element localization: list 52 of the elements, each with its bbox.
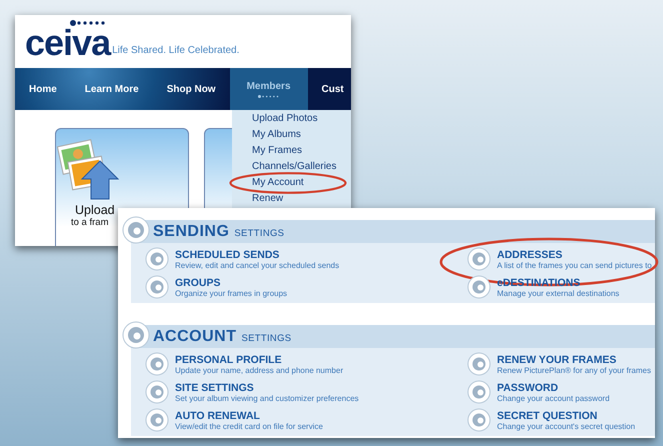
settings-description: Change your account's secret question bbox=[497, 422, 636, 430]
round-icon bbox=[145, 352, 169, 376]
round-icon bbox=[145, 380, 169, 404]
settings-description: Renew PicturePlan® for any of your frames bbox=[497, 366, 651, 374]
nav-item[interactable]: Cust bbox=[308, 68, 351, 110]
nav-item[interactable]: Members bbox=[230, 68, 308, 110]
round-icon bbox=[145, 408, 169, 432]
round-icon bbox=[122, 321, 150, 349]
settings-link[interactable]: RENEW YOUR FRAMES bbox=[497, 354, 651, 366]
settings-link[interactable]: PASSWORD bbox=[497, 382, 610, 394]
round-icon bbox=[467, 408, 491, 432]
settings-link[interactable]: SECRET QUESTION bbox=[497, 410, 636, 422]
round-icon bbox=[145, 275, 169, 299]
menu-item[interactable]: Channels/Galleries bbox=[252, 159, 351, 175]
settings-description: Update your name, address and phone number bbox=[175, 366, 344, 374]
nav-item[interactable]: Learn More bbox=[70, 68, 153, 110]
menu-item[interactable]: My Albums bbox=[252, 127, 351, 143]
menu-item[interactable]: My Account bbox=[252, 175, 351, 191]
settings-link[interactable]: GROUPS bbox=[175, 276, 288, 288]
settings-link[interactable]: ADDRESSES bbox=[497, 248, 652, 260]
round-icon bbox=[122, 216, 150, 244]
dots-icon bbox=[258, 94, 280, 98]
section-subtitle: SETTINGS bbox=[242, 332, 292, 344]
round-icon bbox=[467, 352, 491, 376]
round-icon bbox=[467, 380, 491, 404]
tagline: Life Shared. Life Celebrated. bbox=[112, 45, 240, 56]
card-subtitle: to a fram bbox=[71, 217, 108, 228]
section-title: ACCOUNT bbox=[153, 328, 236, 346]
settings-description: A list of the frames you can send pictures to bbox=[497, 260, 652, 270]
settings-description: Organize your frames in groups bbox=[175, 288, 288, 298]
settings-link[interactable]: AUTO RENEWAL bbox=[175, 410, 323, 422]
settings-description: Change your account password bbox=[497, 394, 610, 402]
round-icon bbox=[467, 275, 491, 299]
dots-icon bbox=[70, 20, 106, 26]
menu-item[interactable]: Renew bbox=[252, 191, 351, 207]
round-icon bbox=[467, 247, 491, 271]
photo-upload-drawing bbox=[56, 139, 122, 201]
section-subtitle: SETTINGS bbox=[234, 228, 284, 238]
settings-link[interactable]: SITE SETTINGS bbox=[175, 382, 359, 394]
nav-item[interactable]: Shop Now bbox=[152, 68, 230, 110]
settings-description: View/edit the credit card on file for service bbox=[175, 422, 323, 430]
settings-link[interactable]: SCHEDULED SENDS bbox=[175, 248, 340, 260]
settings-description: Set your album viewing and customizer preferences bbox=[175, 394, 359, 402]
round-icon bbox=[145, 247, 169, 271]
nav-item[interactable]: Home bbox=[15, 68, 71, 110]
menu-item[interactable]: My Frames bbox=[252, 143, 351, 159]
menu-item[interactable]: Upload Photos bbox=[252, 111, 351, 127]
settings-description: Manage your external destinations bbox=[497, 288, 620, 298]
settings-link[interactable]: PERSONAL PROFILE bbox=[175, 354, 344, 366]
settings-description: Review, edit and cancel your scheduled sends bbox=[175, 260, 340, 270]
logo[interactable]: ceiva bbox=[25, 26, 110, 60]
card-title: Upload bbox=[75, 203, 115, 217]
